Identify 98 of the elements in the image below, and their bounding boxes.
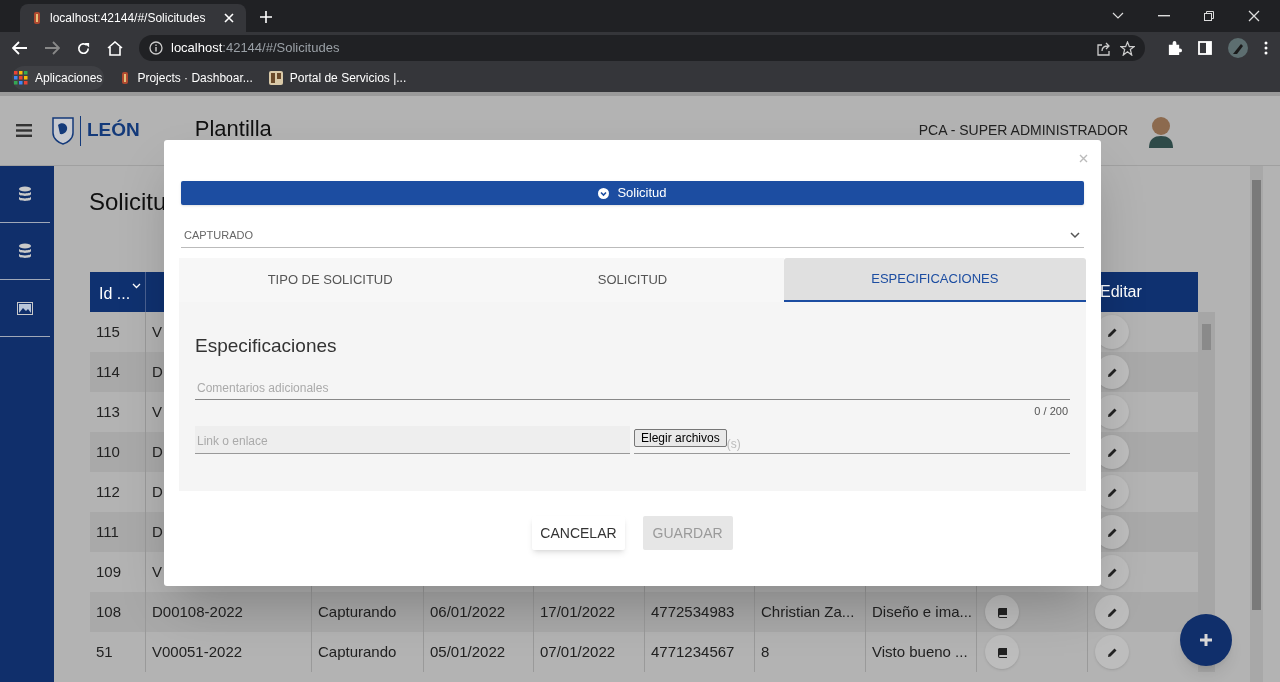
tab[interactable]: SOLICITUD xyxy=(481,258,784,302)
table-cell-text: D xyxy=(152,441,163,462)
table-cell-text: D00108-2022 xyxy=(152,601,243,622)
table-cell-text: V00051-2022 xyxy=(152,641,243,662)
table-cell-text: 05/01/2022 xyxy=(430,641,506,662)
shield-logo-icon xyxy=(52,116,74,145)
table-cell-text: 112 xyxy=(96,481,120,502)
bookmark[interactable]: Aplicaciones xyxy=(12,66,105,90)
table-cell-text: 4771234567 xyxy=(651,641,735,662)
new-tab-icon[interactable] xyxy=(260,11,272,23)
table-cell-text: V xyxy=(152,321,162,342)
menu-icon[interactable] xyxy=(1264,41,1268,55)
tab[interactable]: ESPECIFICACIONES xyxy=(783,258,1086,302)
pencil-icon xyxy=(1106,446,1118,458)
bookmark[interactable]: Portal de Servicios |... xyxy=(268,66,407,90)
table-cell-text: 111 xyxy=(96,521,119,542)
table-cell-text: 110 xyxy=(96,441,120,462)
profile-avatar-icon[interactable] xyxy=(1228,38,1248,58)
chevron-circle-icon xyxy=(598,187,610,199)
table-cell-text: 51 xyxy=(96,641,113,662)
pencil-icon xyxy=(1106,326,1118,338)
plus-icon xyxy=(1199,633,1213,647)
pencil-icon xyxy=(1106,606,1118,618)
page-title: Solicitu xyxy=(89,187,167,217)
details-button[interactable] xyxy=(985,635,1019,669)
star-icon[interactable] xyxy=(1120,40,1135,56)
table-cell-text: Visto bueno ... xyxy=(872,641,968,662)
favicon-icon xyxy=(32,11,42,25)
book-icon xyxy=(996,606,1008,618)
table-cell-text: 115 xyxy=(96,321,120,342)
home-icon[interactable] xyxy=(107,40,123,56)
pencil-icon xyxy=(1106,366,1118,378)
pencil-icon xyxy=(1106,566,1118,578)
table-cell-text: 17/01/2022 xyxy=(540,601,616,622)
section-title: Especificaciones xyxy=(195,334,338,358)
attachments-label: (s) xyxy=(726,436,741,453)
sort-caret-icon[interactable] xyxy=(132,283,142,289)
page-scrollbar[interactable] xyxy=(1250,166,1263,682)
section-banner[interactable]: Solicitud xyxy=(181,181,1084,205)
apps-grid-icon xyxy=(14,71,28,85)
tab-title: localhost:42144/#/Solicitudes xyxy=(50,10,207,27)
book-icon xyxy=(996,646,1008,658)
chevron-down-icon xyxy=(1070,232,1080,239)
table-cell-text: 113 xyxy=(96,401,120,422)
chevron-down-icon[interactable] xyxy=(1112,12,1124,20)
user-role: PCA - SUPER ADMINISTRADOR xyxy=(918,121,1128,140)
favicon-icon xyxy=(120,71,131,85)
bookmark[interactable]: Projects · Dashboar... xyxy=(120,66,253,90)
address-bar[interactable]: localhost:42144/#/Solicitudes xyxy=(139,35,1145,61)
close-window-icon[interactable] xyxy=(1248,10,1260,22)
forward-icon[interactable] xyxy=(44,41,60,55)
pencil-icon xyxy=(1106,526,1118,538)
image-icon xyxy=(17,301,33,315)
table-cell-text: Capturando xyxy=(318,641,397,662)
table-cell-text: 8 xyxy=(761,641,770,662)
table-cell-text: Capturando xyxy=(318,601,397,622)
side-panel-icon[interactable] xyxy=(1198,41,1212,55)
table-cell-text: V xyxy=(152,561,162,582)
pencil-icon xyxy=(1106,646,1118,658)
page-header-title: Plantilla xyxy=(194,115,272,143)
restore-icon[interactable] xyxy=(1204,11,1214,21)
url-text: localhost:42144/#/Solicitudes xyxy=(171,39,341,58)
table-cell-text: 108 xyxy=(96,601,122,622)
board-icon xyxy=(268,71,283,85)
pencil-icon xyxy=(1106,406,1118,418)
edit-button[interactable] xyxy=(1095,635,1129,669)
database-icon xyxy=(18,243,32,259)
menu-icon[interactable] xyxy=(16,124,32,137)
details-button[interactable] xyxy=(985,595,1019,629)
table-cell-text: 06/01/2022 xyxy=(430,601,506,622)
pencil-icon xyxy=(1106,486,1118,498)
column-header[interactable]: Id ... xyxy=(90,272,146,312)
table-cell-text: 4772534983 xyxy=(651,601,735,622)
table-cell-text: 114 xyxy=(96,361,120,382)
status-select[interactable]: CAPTURADO xyxy=(181,224,1084,248)
table-cell-text: 109 xyxy=(96,561,122,582)
back-icon[interactable] xyxy=(12,41,28,55)
table-cell-text: D xyxy=(152,481,163,502)
share-icon[interactable] xyxy=(1096,40,1112,56)
minimize-icon[interactable] xyxy=(1158,15,1170,17)
tab[interactable]: TIPO DE SOLICITUD xyxy=(179,258,482,302)
table-cell-text: D xyxy=(152,361,163,382)
table-cell-text: V xyxy=(152,401,162,422)
table-cell-text: Christian Za... xyxy=(761,601,855,622)
table-cell-text: D xyxy=(152,521,163,542)
table-cell-text: Diseño e ima... xyxy=(872,601,973,622)
database-icon xyxy=(18,186,32,202)
table-cell-text: 07/01/2022 xyxy=(540,641,616,662)
add-button[interactable] xyxy=(1180,614,1232,666)
choose-files-button[interactable]: Elegir archivos xyxy=(634,429,727,447)
character-counter: 0 / 200 xyxy=(1033,403,1069,419)
info-icon[interactable] xyxy=(149,41,163,55)
dialog-button[interactable]: CANCELAR xyxy=(532,516,625,550)
browser-tab[interactable]: localhost:42144/#/Solicitudes xyxy=(20,4,246,32)
edit-button[interactable] xyxy=(1095,595,1129,629)
reload-icon[interactable] xyxy=(76,40,91,56)
logo-text: LEÓN xyxy=(87,118,140,143)
puzzle-icon[interactable] xyxy=(1167,40,1182,56)
